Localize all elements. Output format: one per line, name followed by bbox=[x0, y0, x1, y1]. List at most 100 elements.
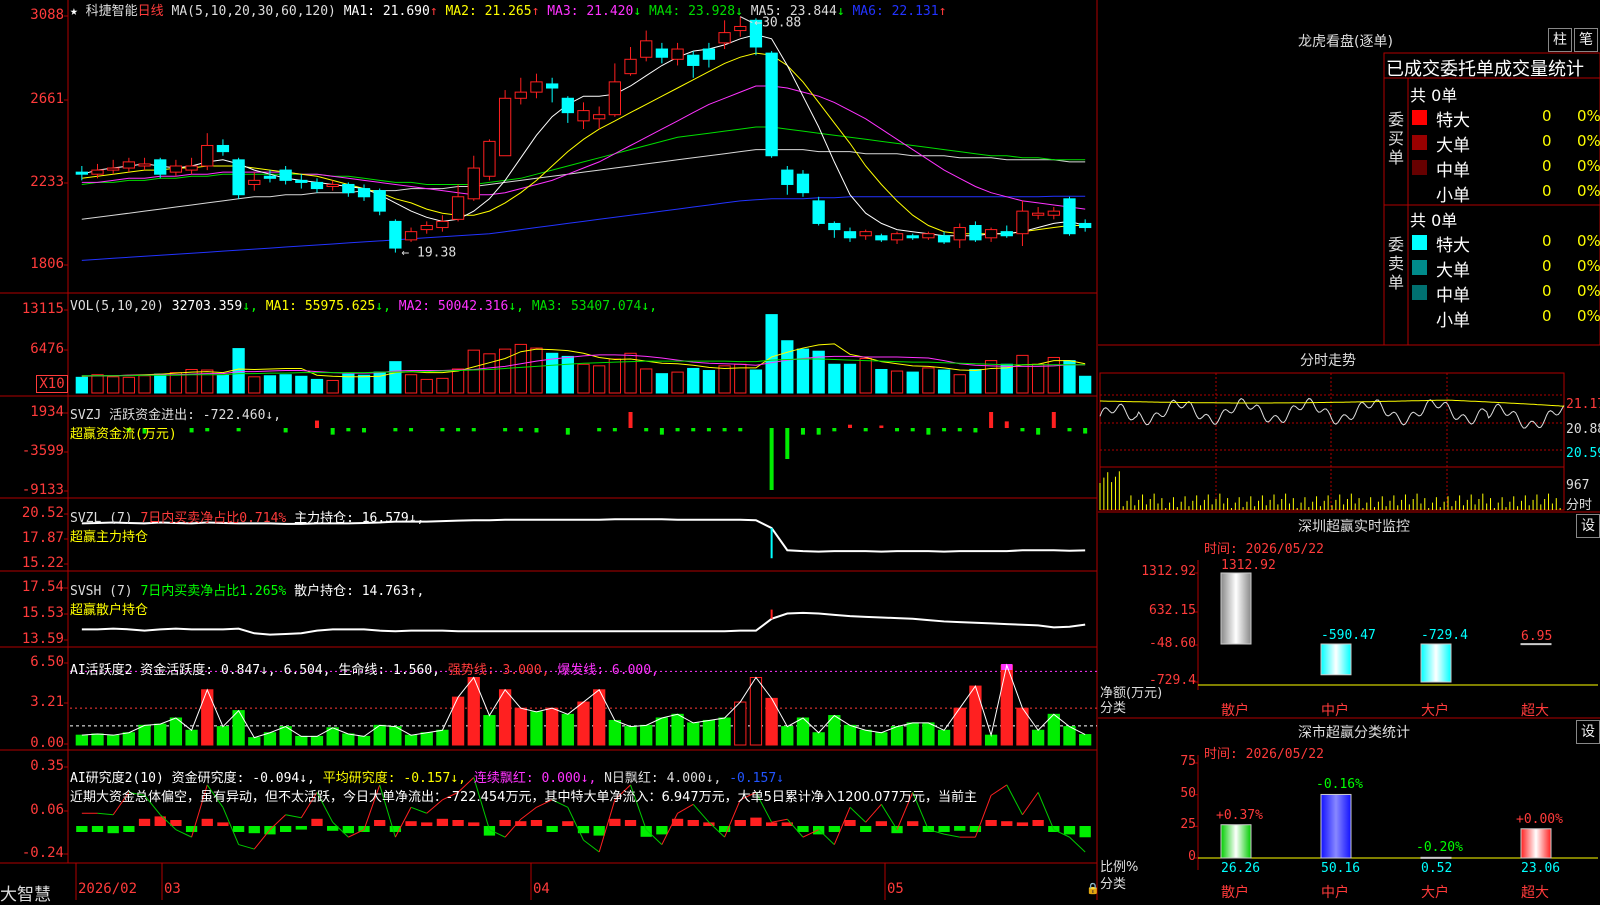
tick-view-button[interactable]: 笔 bbox=[1574, 28, 1598, 52]
vol-ma-legend-3: MA3: 53407.074 bbox=[531, 299, 642, 314]
candle-body bbox=[828, 222, 841, 231]
classify-bar bbox=[1420, 856, 1452, 859]
ma-legend-3: MA3: 21.420 bbox=[547, 4, 634, 19]
research-bar bbox=[687, 820, 699, 826]
flow-bar bbox=[1083, 428, 1088, 434]
flow-bar bbox=[471, 428, 476, 432]
volume-bar bbox=[906, 371, 919, 394]
volume-bar bbox=[1047, 356, 1060, 394]
candle-body bbox=[718, 32, 731, 44]
y-axis-label: 0.06 bbox=[30, 802, 64, 818]
classify-value-label: 0.52 bbox=[1421, 861, 1453, 876]
research-bar bbox=[138, 818, 151, 826]
activity-bar bbox=[781, 726, 794, 746]
flow-bar bbox=[362, 428, 367, 433]
x-axis-date-label: 03 bbox=[164, 881, 181, 897]
classify-settings-button[interactable]: 设 bbox=[1576, 720, 1600, 744]
activity-bar bbox=[969, 685, 982, 746]
monitor-bar bbox=[1420, 643, 1452, 683]
column-view-button[interactable]: 柱 bbox=[1548, 28, 1572, 52]
candle-body bbox=[326, 183, 339, 188]
volume-bar bbox=[796, 348, 810, 394]
svsh-hold: 散户持仓: 14.763↑, bbox=[286, 584, 425, 599]
flow-bar bbox=[926, 428, 931, 435]
lock-icon[interactable]: 🔒 bbox=[1086, 882, 1100, 895]
candle-body bbox=[937, 235, 951, 243]
ai2-last: -0.157↓ bbox=[721, 771, 784, 786]
candle-body bbox=[263, 175, 277, 179]
activity-bar bbox=[436, 729, 449, 746]
star-icon[interactable]: ★ bbox=[70, 4, 78, 19]
volume-bar bbox=[765, 314, 778, 394]
order-count: 0 bbox=[1542, 182, 1552, 200]
research-bar bbox=[1016, 822, 1029, 826]
svzl-net: 7日内买卖净占比0.714% bbox=[140, 511, 287, 526]
flow-bar bbox=[785, 428, 790, 459]
order-count: 0 bbox=[1542, 157, 1552, 175]
candle-body bbox=[577, 110, 590, 122]
monitor-bar bbox=[1520, 643, 1552, 646]
research-bar bbox=[954, 826, 966, 831]
research-bar bbox=[248, 826, 260, 834]
activity-bar bbox=[608, 719, 621, 746]
flow-bar bbox=[440, 428, 445, 432]
research-bar bbox=[624, 820, 637, 826]
volume-bar bbox=[420, 378, 433, 394]
order-count: 0 bbox=[1542, 132, 1552, 150]
order-size-label: 大单 bbox=[1436, 136, 1470, 156]
volume-bar bbox=[937, 369, 951, 394]
volume-bar bbox=[922, 367, 935, 394]
order-percent: 0% bbox=[1577, 307, 1600, 325]
monitor-category-label: 超大 bbox=[1521, 703, 1549, 719]
candle-body bbox=[608, 81, 621, 116]
classify-change-label: +0.00% bbox=[1516, 811, 1563, 827]
legend-swatch bbox=[1412, 160, 1427, 175]
flow-bar bbox=[1004, 421, 1009, 428]
stats-header: 已成交委托单成交量统计 bbox=[1386, 59, 1584, 80]
volume-bar bbox=[326, 379, 339, 394]
candle-body bbox=[216, 144, 230, 153]
period-label[interactable]: 日线 bbox=[138, 4, 164, 19]
flow-bar bbox=[848, 424, 853, 428]
volume-bar bbox=[451, 368, 465, 394]
research-bar bbox=[671, 818, 684, 826]
research-line bbox=[1069, 836, 1086, 853]
volume-bar bbox=[953, 374, 966, 394]
ma-legend-5: MA5: 23.844 bbox=[750, 4, 837, 19]
y-axis-label: 0.00 bbox=[30, 735, 64, 751]
candle-body bbox=[436, 220, 449, 229]
order-percent: 0% bbox=[1577, 132, 1600, 150]
candle-body bbox=[232, 159, 245, 196]
x-axis-date-label: 04 bbox=[533, 881, 550, 897]
volume-bar bbox=[357, 374, 371, 394]
monitor-settings-button[interactable]: 设 bbox=[1576, 514, 1600, 538]
vol-params: VOL(5,10,20) bbox=[70, 299, 164, 314]
candle-body bbox=[185, 165, 198, 171]
research-bar bbox=[436, 818, 449, 826]
monitor-bar bbox=[1220, 572, 1252, 645]
activity-bar bbox=[875, 732, 888, 746]
candle-body bbox=[451, 196, 465, 220]
activity-bar bbox=[248, 737, 261, 746]
activity-bar bbox=[498, 689, 512, 746]
main-chart[interactable]: ←30.88← 19.38 bbox=[0, 0, 1098, 900]
volume-bar bbox=[389, 361, 402, 394]
activity-bar bbox=[138, 724, 151, 746]
activity-bar bbox=[577, 701, 590, 746]
svsh-line2: 超赢散户持仓 bbox=[70, 603, 149, 618]
intraday-price-label: 21.17 bbox=[1566, 397, 1600, 412]
intraday-price-label: 20.88 bbox=[1566, 422, 1600, 437]
activity-bar bbox=[859, 729, 872, 746]
vol-ma-legend-2: MA2: 50042.316 bbox=[398, 299, 509, 314]
y-axis-label: 13.59 bbox=[21, 631, 64, 647]
y-axis-label: 3088 bbox=[30, 7, 64, 23]
candle-body bbox=[295, 179, 308, 183]
activity-bar bbox=[451, 696, 465, 746]
longhu-title: 龙虎看盘(逐单) bbox=[1298, 34, 1393, 50]
ma-legend-6: MA6: 22.131 bbox=[852, 4, 939, 19]
flow-bar bbox=[659, 428, 664, 435]
legend-swatch bbox=[1412, 135, 1427, 150]
activity-bar bbox=[389, 726, 402, 746]
activity-bar bbox=[169, 717, 183, 746]
activity-bar bbox=[310, 735, 324, 746]
